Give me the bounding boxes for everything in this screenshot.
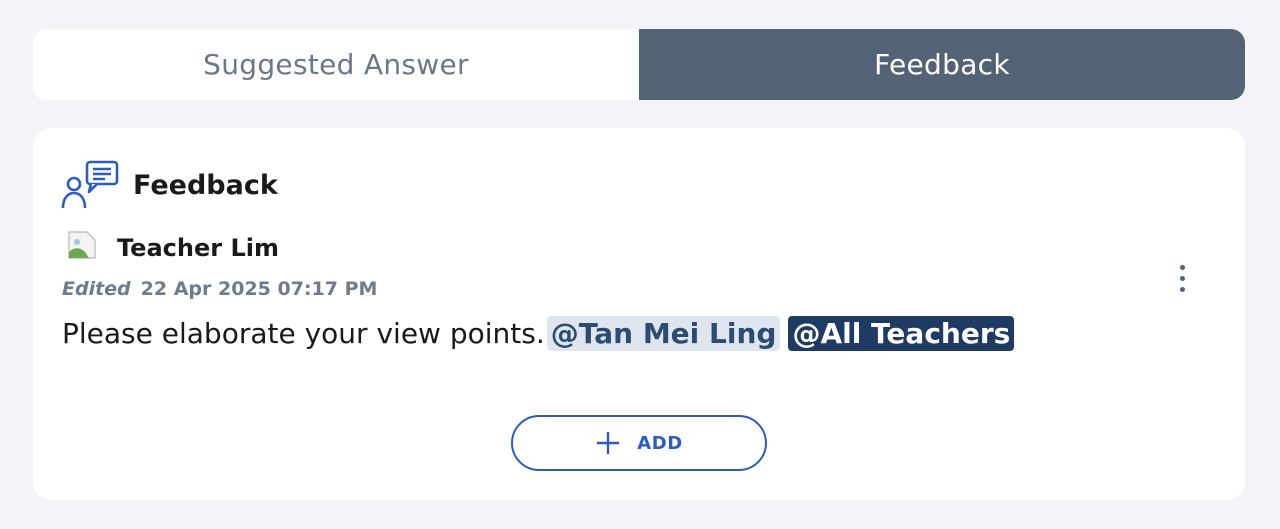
feedback-chat-icon xyxy=(61,160,119,210)
author-row: Teacher Lim xyxy=(67,228,279,262)
broken-image-icon xyxy=(67,230,97,260)
feedback-message: Please elaborate your view points. @Tan … xyxy=(62,316,1015,351)
edited-label: Edited xyxy=(62,278,131,300)
card-title: Feedback xyxy=(133,169,278,201)
card-header: Feedback xyxy=(61,160,278,210)
mention-tag[interactable]: @Tan Mei Ling xyxy=(546,316,781,351)
author-name: Teacher Lim xyxy=(117,234,279,262)
add-button[interactable]: ADD xyxy=(511,415,767,471)
tab-suggested-answer[interactable]: Suggested Answer xyxy=(33,29,639,100)
more-options-icon[interactable] xyxy=(1169,256,1195,300)
add-button-label: ADD xyxy=(637,432,683,454)
mention-tag-highlighted[interactable]: @All Teachers xyxy=(788,316,1015,351)
timestamp: 22 Apr 2025 07:17 PM xyxy=(140,278,378,300)
feedback-card: Feedback Teacher Lim Edited 22 Apr 2025 0… xyxy=(33,128,1245,500)
tab-feedback[interactable]: Feedback xyxy=(639,29,1245,100)
tab-bar: Suggested Answer Feedback xyxy=(33,29,1245,100)
message-text: Please elaborate your view points. xyxy=(62,317,545,350)
feedback-meta: Edited 22 Apr 2025 07:17 PM xyxy=(62,278,377,300)
plus-icon xyxy=(595,430,621,456)
